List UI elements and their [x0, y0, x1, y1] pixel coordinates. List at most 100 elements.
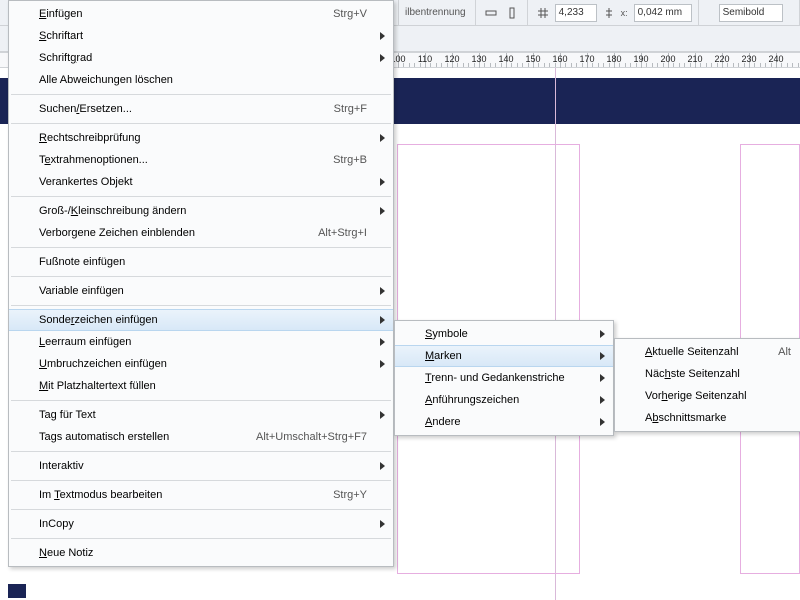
main-menu-item[interactable]: Tag für Text: [9, 404, 393, 426]
submenu-arrow-icon: [380, 207, 385, 215]
unit-suffix: x:: [621, 8, 628, 18]
main-menu-item[interactable]: Fußnote einfügen: [9, 251, 393, 273]
submenu-arrow-icon: [380, 338, 385, 346]
grid-icon[interactable]: [534, 4, 552, 22]
menu-item-label: Interaktiv: [39, 460, 367, 472]
submenu-arrow-icon: [380, 411, 385, 419]
menu-item-label: Tag für Text: [39, 409, 367, 421]
main-menu-separator: [11, 509, 391, 510]
menu-item-label: Aktuelle Seitenzahl: [645, 346, 754, 358]
value-field-2[interactable]: 0,042 mm: [634, 4, 692, 22]
main-menu-item[interactable]: Neue Notiz: [9, 542, 393, 564]
sub1-menu-item[interactable]: Marken: [395, 345, 613, 367]
value-field-1[interactable]: 4,233: [555, 4, 597, 22]
menu-item-label: Vorherige Seitenzahl: [645, 390, 791, 402]
main-menu-item[interactable]: Rechtschreibprüfung: [9, 127, 393, 149]
menu-item-shortcut: Alt+Umschalt+Strg+F7: [256, 431, 367, 443]
menu-item-label: InCopy: [39, 518, 367, 530]
submenu-marken: Aktuelle Seitenzahl Alt Nächste Seitenzahl…: [614, 338, 800, 432]
main-menu-separator: [11, 305, 391, 306]
submenu-arrow-icon: [380, 316, 385, 324]
submenu-arrow-icon: [380, 54, 385, 62]
main-menu-item[interactable]: Suchen/Ersetzen...Strg+F: [9, 98, 393, 120]
main-menu-separator: [11, 196, 391, 197]
menu-item-label: Schriftgrad: [39, 52, 367, 64]
main-menu-item[interactable]: Interaktiv: [9, 455, 393, 477]
main-menu-item[interactable]: Leerraum einfügen: [9, 331, 393, 353]
menu-item-label: Verankertes Objekt: [39, 176, 367, 188]
submenu-arrow-icon: [380, 287, 385, 295]
menu-item-label: Verborgene Zeichen einblenden: [39, 227, 294, 239]
menu-item-label: Im Textmodus bearbeiten: [39, 489, 309, 501]
menu-item-shortcut: Strg+V: [333, 8, 367, 20]
main-menu-item[interactable]: Sonderzeichen einfügen: [9, 309, 393, 331]
main-menu-separator: [11, 451, 391, 452]
menu-item-label: Leerraum einfügen: [39, 336, 367, 348]
submenu-arrow-icon: [600, 352, 605, 360]
main-menu-item[interactable]: Groß-/Kleinschreibung ändern: [9, 200, 393, 222]
submenu-sonderzeichen: Symbole Marken Trenn- und Gedankenstriche A…: [394, 320, 614, 436]
menu-item-label: Trenn- und Gedankenstriche: [425, 372, 587, 384]
main-menu-item[interactable]: Verborgene Zeichen einblenden Alt+Strg+I: [9, 222, 393, 244]
sub2-menu-item[interactable]: Abschnittsmarke: [615, 407, 800, 429]
submenu-arrow-icon: [600, 418, 605, 426]
main-menu-item[interactable]: Alle Abweichungen löschen: [9, 69, 393, 91]
menu-item-label: Symbole: [425, 328, 587, 340]
menu-item-label: Abschnittsmarke: [645, 412, 791, 424]
main-menu-separator: [11, 247, 391, 248]
menu-item-label: Sonderzeichen einfügen: [39, 314, 367, 326]
main-menu-item[interactable]: Im Textmodus bearbeiten Strg+Y: [9, 484, 393, 506]
submenu-arrow-icon: [380, 134, 385, 142]
main-menu-separator: [11, 480, 391, 481]
menu-item-shortcut: Alt+Strg+I: [318, 227, 367, 239]
page-icon: [8, 584, 26, 598]
main-menu-item[interactable]: Verankertes Objekt: [9, 171, 393, 193]
menu-item-label: Mit Platzhaltertext füllen: [39, 380, 367, 392]
main-menu-item[interactable]: Mit Platzhaltertext füllen: [9, 375, 393, 397]
main-menu-separator: [11, 538, 391, 539]
sub2-menu-item[interactable]: Nächste Seitenzahl: [615, 363, 800, 385]
context-menu-main: EinfügenStrg+VSchriftart Schriftgrad Alle …: [8, 0, 394, 567]
main-menu-item[interactable]: InCopy: [9, 513, 393, 535]
main-menu-item[interactable]: Textrahmenoptionen...Strg+B: [9, 149, 393, 171]
font-style-field[interactable]: Semibold: [719, 4, 783, 22]
menu-item-label: Umbruchzeichen einfügen: [39, 358, 367, 370]
fit-width-icon[interactable]: [482, 4, 500, 22]
submenu-arrow-icon: [600, 374, 605, 382]
menu-item-label: Variable einfügen: [39, 285, 367, 297]
menu-item-label: Alle Abweichungen löschen: [39, 74, 367, 86]
menu-item-label: Tags automatisch erstellen: [39, 431, 232, 443]
toolbar-text: ilbentrennung: [405, 7, 466, 18]
sub1-menu-item[interactable]: Symbole: [395, 323, 613, 345]
main-menu-item[interactable]: Tags automatisch erstellen Alt+Umschalt+S…: [9, 426, 393, 448]
menu-item-label: Groß-/Kleinschreibung ändern: [39, 205, 367, 217]
baseline-icon[interactable]: [600, 4, 618, 22]
main-menu-separator: [11, 123, 391, 124]
main-menu-item[interactable]: Schriftgrad: [9, 47, 393, 69]
main-menu-item[interactable]: Umbruchzeichen einfügen: [9, 353, 393, 375]
menu-item-shortcut: Alt: [778, 346, 791, 358]
sub2-menu-item[interactable]: Vorherige Seitenzahl: [615, 385, 800, 407]
menu-item-label: Marken: [425, 350, 587, 362]
submenu-arrow-icon: [380, 32, 385, 40]
sub2-menu-item[interactable]: Aktuelle Seitenzahl Alt: [615, 341, 800, 363]
menu-item-label: Rechtschreibprüfung: [39, 132, 367, 144]
main-menu-item[interactable]: Schriftart: [9, 25, 393, 47]
menu-item-label: Nächste Seitenzahl: [645, 368, 791, 380]
main-menu-item[interactable]: EinfügenStrg+V: [9, 3, 393, 25]
sub1-menu-item[interactable]: Anführungszeichen: [395, 389, 613, 411]
fit-height-icon[interactable]: [503, 4, 521, 22]
menu-item-label: Andere: [425, 416, 587, 428]
menu-item-shortcut: Strg+B: [333, 154, 367, 166]
menu-item-shortcut: Strg+Y: [333, 489, 367, 501]
main-menu-item[interactable]: Variable einfügen: [9, 280, 393, 302]
menu-item-shortcut: Strg+F: [334, 103, 367, 115]
sub1-menu-item[interactable]: Trenn- und Gedankenstriche: [395, 367, 613, 389]
submenu-arrow-icon: [380, 462, 385, 470]
menu-item-label: Fußnote einfügen: [39, 256, 367, 268]
submenu-arrow-icon: [380, 520, 385, 528]
menu-item-label: Anführungszeichen: [425, 394, 587, 406]
menu-item-label: Neue Notiz: [39, 547, 367, 559]
submenu-arrow-icon: [600, 396, 605, 404]
sub1-menu-item[interactable]: Andere: [395, 411, 613, 433]
